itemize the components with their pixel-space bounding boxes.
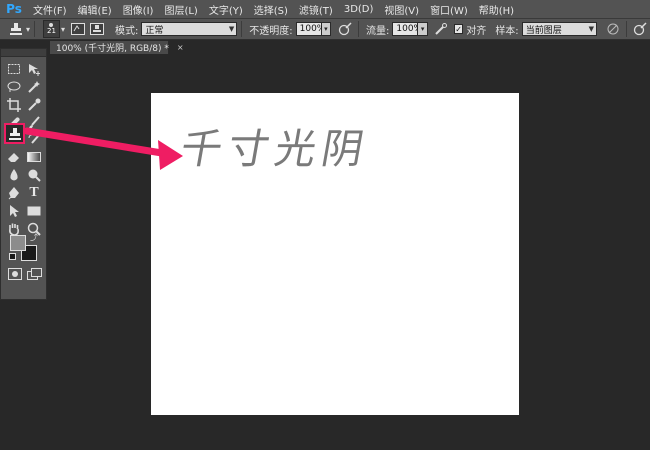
eyedropper-tool-icon[interactable] [26,97,42,113]
document-tab[interactable]: 100% (千寸光阴, RGB/8) * × [50,41,184,54]
mode-value: 正常 [145,25,164,36]
pressure-size-icon[interactable] [633,21,648,37]
swap-colors-icon[interactable]: ⤴ [30,232,38,243]
blur-tool-icon[interactable] [6,167,22,183]
gradient-tool-icon[interactable] [26,149,42,165]
separator [358,21,359,37]
separator [241,21,243,37]
menu-layer[interactable]: 图层(L) [160,2,201,17]
menu-edit[interactable]: 编辑(E) [74,2,116,17]
menu-help[interactable]: 帮助(H) [475,2,518,17]
path-selection-tool-icon[interactable] [6,203,22,219]
eraser-tool-icon[interactable] [6,149,22,165]
type-tool-glyph: T [29,185,39,200]
pen-tool-icon[interactable] [6,185,22,201]
chevron-down-icon: ▼ [588,25,595,33]
menu-window[interactable]: 窗口(W) [426,2,472,17]
preset-caret-icon[interactable]: ▾ [26,25,30,34]
menu-type[interactable]: 文字(Y) [205,2,247,17]
brush-caret-icon[interactable]: ▾ [61,25,65,34]
sample-value: 当前图层 [525,25,562,36]
rectangle-tool-icon[interactable] [26,203,42,219]
airbrush-icon[interactable] [434,21,449,37]
aligned-label: 对齐 [466,25,487,37]
menu-filter[interactable]: 滤镜(T) [295,2,337,17]
menu-file[interactable]: 文件(F) [29,2,71,17]
type-tool-icon[interactable]: T [26,185,42,201]
aligned-checkbox[interactable]: ✓ [453,24,464,34]
sample-dropdown[interactable]: 当前图层 ▼ [521,22,598,36]
clone-source-icon[interactable] [90,21,105,37]
chevron-down-icon: ▼ [228,25,235,33]
dodge-tool-icon[interactable] [26,167,42,183]
toolbox: T ⤴ [0,48,47,300]
menu-bar: Ps 文件(F) 编辑(E) 图像(I) 图层(L) 文字(Y) 选择(S) 滤… [0,0,650,18]
brush-size-picker[interactable]: 21 [42,20,60,38]
marquee-tool-icon[interactable] [6,61,22,77]
photoshop-logo: Ps [6,2,22,16]
opacity-pressure-icon[interactable] [337,21,352,37]
flow-input[interactable]: 100% [392,22,422,36]
options-bar: ▾ 21 ▾ 模式: 正常 ▼ 不透明度: 100% ▾ 流量: 100% ▾ … [0,18,650,40]
default-colors-icon[interactable] [9,253,16,260]
document-canvas[interactable]: 千寸光阴 [151,93,519,415]
opacity-label: 不透明度: [249,25,293,37]
brush-tool-icon[interactable] [26,115,42,131]
document-tab-title: 100% (千寸光阴, RGB/8) * [56,44,169,54]
magic-wand-tool-icon[interactable] [26,79,42,95]
brush-panel-icon[interactable] [71,21,86,37]
brush-size-value: 21 [46,27,56,35]
separator [34,21,35,37]
screen-mode-icon[interactable] [27,266,43,282]
opacity-input[interactable]: 100% [295,22,325,36]
ignore-adjustment-layers-icon[interactable] [605,21,620,37]
lasso-tool-icon[interactable] [6,79,22,95]
mode-label: 模式: [114,25,139,37]
menu-3d[interactable]: 3D(D) [340,4,378,15]
quick-mask-icon[interactable] [7,266,23,282]
menu-view[interactable]: 视图(V) [380,2,423,17]
separator [626,21,627,37]
flow-label: 流量: [366,25,390,37]
clone-stamp-preset-icon[interactable] [8,21,23,37]
toolbox-grip[interactable] [1,49,46,57]
opacity-slider-toggle[interactable]: ▾ [321,22,332,36]
canvas-text: 千寸光阴 [176,125,374,173]
sample-label: 样本: [495,25,519,37]
flow-slider-toggle[interactable]: ▾ [418,22,428,36]
close-icon[interactable]: × [177,43,184,52]
clone-stamp-tool-icon[interactable] [7,126,23,142]
foreground-color-swatch[interactable] [10,235,26,251]
menu-select[interactable]: 选择(S) [250,2,292,17]
mode-dropdown[interactable]: 正常 ▼ [141,22,238,36]
history-brush-tool-icon[interactable] [26,133,42,149]
menu-image[interactable]: 图像(I) [119,2,158,17]
crop-tool-icon[interactable] [6,97,22,113]
move-tool-icon[interactable] [26,61,42,77]
